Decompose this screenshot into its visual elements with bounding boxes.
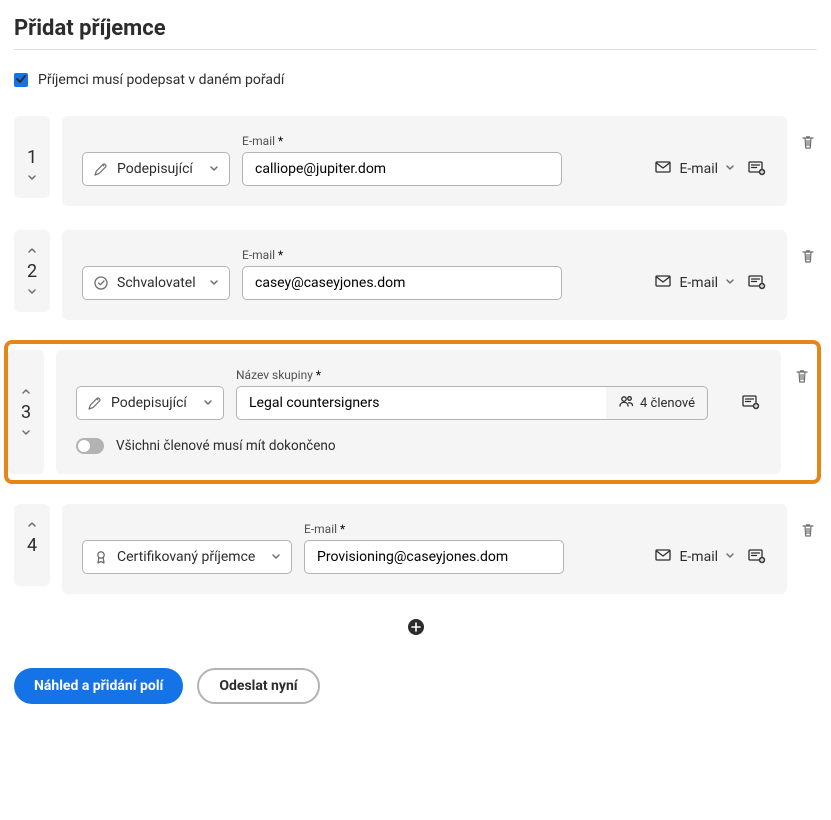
move-up-icon[interactable]	[14, 241, 50, 261]
order-number: 4	[27, 535, 37, 556]
role-label: Schvalovatel	[117, 275, 201, 291]
order-column: 1	[14, 116, 50, 198]
chevron-down-icon	[203, 398, 213, 408]
order-column: 3	[8, 350, 44, 474]
all-members-toggle[interactable]	[76, 438, 104, 454]
footer: Náhled a přidání polí Odeslat nyní	[14, 668, 817, 704]
delete-button[interactable]	[799, 116, 817, 150]
role-select[interactable]: Podepisující	[82, 152, 230, 186]
recipient-card: Schvalovatel E-mail * E-mail	[62, 230, 787, 320]
delivery-select[interactable]: E-mail	[654, 266, 735, 300]
chevron-down-icon	[209, 164, 219, 174]
order-number: 2	[27, 261, 37, 282]
delivery-label: E-mail	[679, 161, 718, 177]
private-message-button[interactable]	[747, 540, 767, 574]
chevron-down-icon	[209, 278, 219, 288]
move-down-icon[interactable]	[14, 282, 50, 302]
role-label: Podepisující	[111, 395, 195, 411]
send-now-button[interactable]: Odeslat nyní	[197, 668, 319, 704]
delete-button[interactable]	[799, 230, 817, 264]
chevron-down-icon	[725, 549, 735, 565]
move-up-icon[interactable]	[8, 382, 44, 402]
move-down-icon[interactable]	[14, 168, 50, 188]
order-number: 1	[27, 147, 37, 168]
members-count-label: 4 členové	[640, 396, 695, 411]
recipient-row-4: 4 Certifikovaný příjemce E-mail * E-mail	[14, 504, 817, 594]
order-column: 2	[14, 230, 50, 312]
divider	[14, 49, 817, 50]
private-message-button[interactable]	[747, 152, 767, 186]
recipient-card: Certifikovaný příjemce E-mail * E-mail	[62, 504, 787, 594]
delivery-select[interactable]: E-mail	[654, 540, 735, 574]
add-recipient-button[interactable]	[407, 618, 425, 636]
move-down-icon[interactable]	[8, 423, 44, 443]
envelope-icon	[654, 272, 672, 294]
recipient-row-2: 2 Schvalovatel E-mail * E-mail	[14, 230, 817, 320]
role-select[interactable]: Schvalovatel	[82, 266, 230, 300]
private-message-button[interactable]	[747, 266, 767, 300]
email-input[interactable]	[242, 152, 562, 186]
recipient-row-3-highlighted: 3 Podepisující Název skupiny * 4 členové	[8, 344, 817, 480]
pen-icon	[93, 161, 109, 177]
chevron-down-icon	[725, 161, 735, 177]
chevron-down-icon	[271, 552, 281, 562]
email-label: E-mail *	[242, 134, 562, 148]
page-title: Přidat příjemce	[14, 16, 817, 41]
envelope-icon	[654, 546, 672, 568]
pen-icon	[87, 395, 103, 411]
ribbon-icon	[93, 549, 109, 565]
preview-fields-button[interactable]: Náhled a přidání polí	[14, 668, 183, 704]
recipient-card: Podepisující E-mail * E-mail	[62, 116, 787, 206]
move-up-icon[interactable]	[14, 515, 50, 535]
delete-button[interactable]	[793, 350, 811, 384]
chevron-down-icon	[725, 275, 735, 291]
role-select[interactable]: Podepisující	[76, 386, 224, 420]
all-members-toggle-label: Všichni členové musí mít dokončeno	[116, 438, 336, 454]
email-label: E-mail *	[242, 248, 562, 262]
sign-order-option[interactable]: Příjemci musí podepsat v daném pořadí	[14, 72, 817, 88]
checkbox-checked-icon	[14, 73, 28, 87]
group-name-input[interactable]	[236, 386, 611, 420]
delete-button[interactable]	[799, 504, 817, 538]
email-input[interactable]	[242, 266, 562, 300]
members-button[interactable]: 4 členové	[606, 386, 708, 420]
private-message-button[interactable]	[741, 386, 761, 420]
role-label: Certifikovaný příjemce	[117, 549, 263, 565]
delivery-label: E-mail	[679, 549, 718, 565]
order-number: 3	[21, 402, 31, 423]
role-label: Podepisující	[117, 161, 201, 177]
group-name-label: Název skupiny *	[236, 368, 708, 382]
email-input[interactable]	[304, 540, 564, 574]
delivery-select[interactable]: E-mail	[654, 152, 735, 186]
recipient-row-1: 1 Podepisující E-mail * E-mail	[14, 116, 817, 206]
recipient-card: Podepisující Název skupiny * 4 členové V…	[56, 350, 781, 474]
order-column: 4	[14, 504, 50, 586]
delivery-label: E-mail	[679, 275, 718, 291]
email-label: E-mail *	[304, 522, 564, 536]
users-icon	[618, 393, 634, 413]
role-select[interactable]: Certifikovaný příjemce	[82, 540, 292, 574]
envelope-icon	[654, 158, 672, 180]
sign-order-label: Příjemci musí podepsat v daném pořadí	[38, 72, 284, 88]
check-circle-icon	[93, 275, 109, 291]
